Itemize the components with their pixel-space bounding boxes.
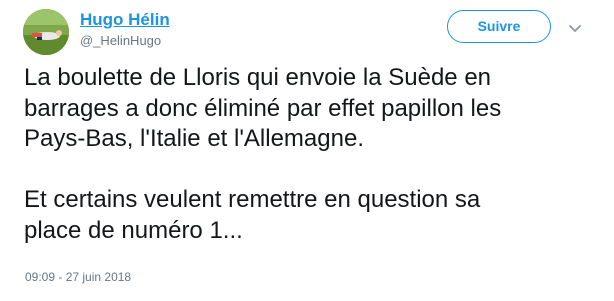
football-player-avatar-icon [23, 9, 69, 55]
tweet-timestamp[interactable]: 09:09 - 27 juin 2018 [25, 270, 131, 284]
follow-button[interactable]: Suivre [447, 10, 551, 43]
tweet-card: Hugo Hélin @_HelinHugo Suivre La boulett… [0, 0, 614, 301]
tweet-text: La boulette de Lloris qui envoie la Suèd… [24, 63, 604, 246]
author-handle[interactable]: @_HelinHugo [80, 33, 161, 48]
tweet-paragraph: La boulette de Lloris qui envoie la Suèd… [24, 64, 502, 152]
author-name[interactable]: Hugo Hélin [80, 10, 170, 30]
avatar[interactable] [23, 9, 69, 55]
tweet-paragraph: Et certains veulent remettre en question… [24, 186, 481, 244]
chevron-down-icon[interactable] [567, 20, 583, 36]
